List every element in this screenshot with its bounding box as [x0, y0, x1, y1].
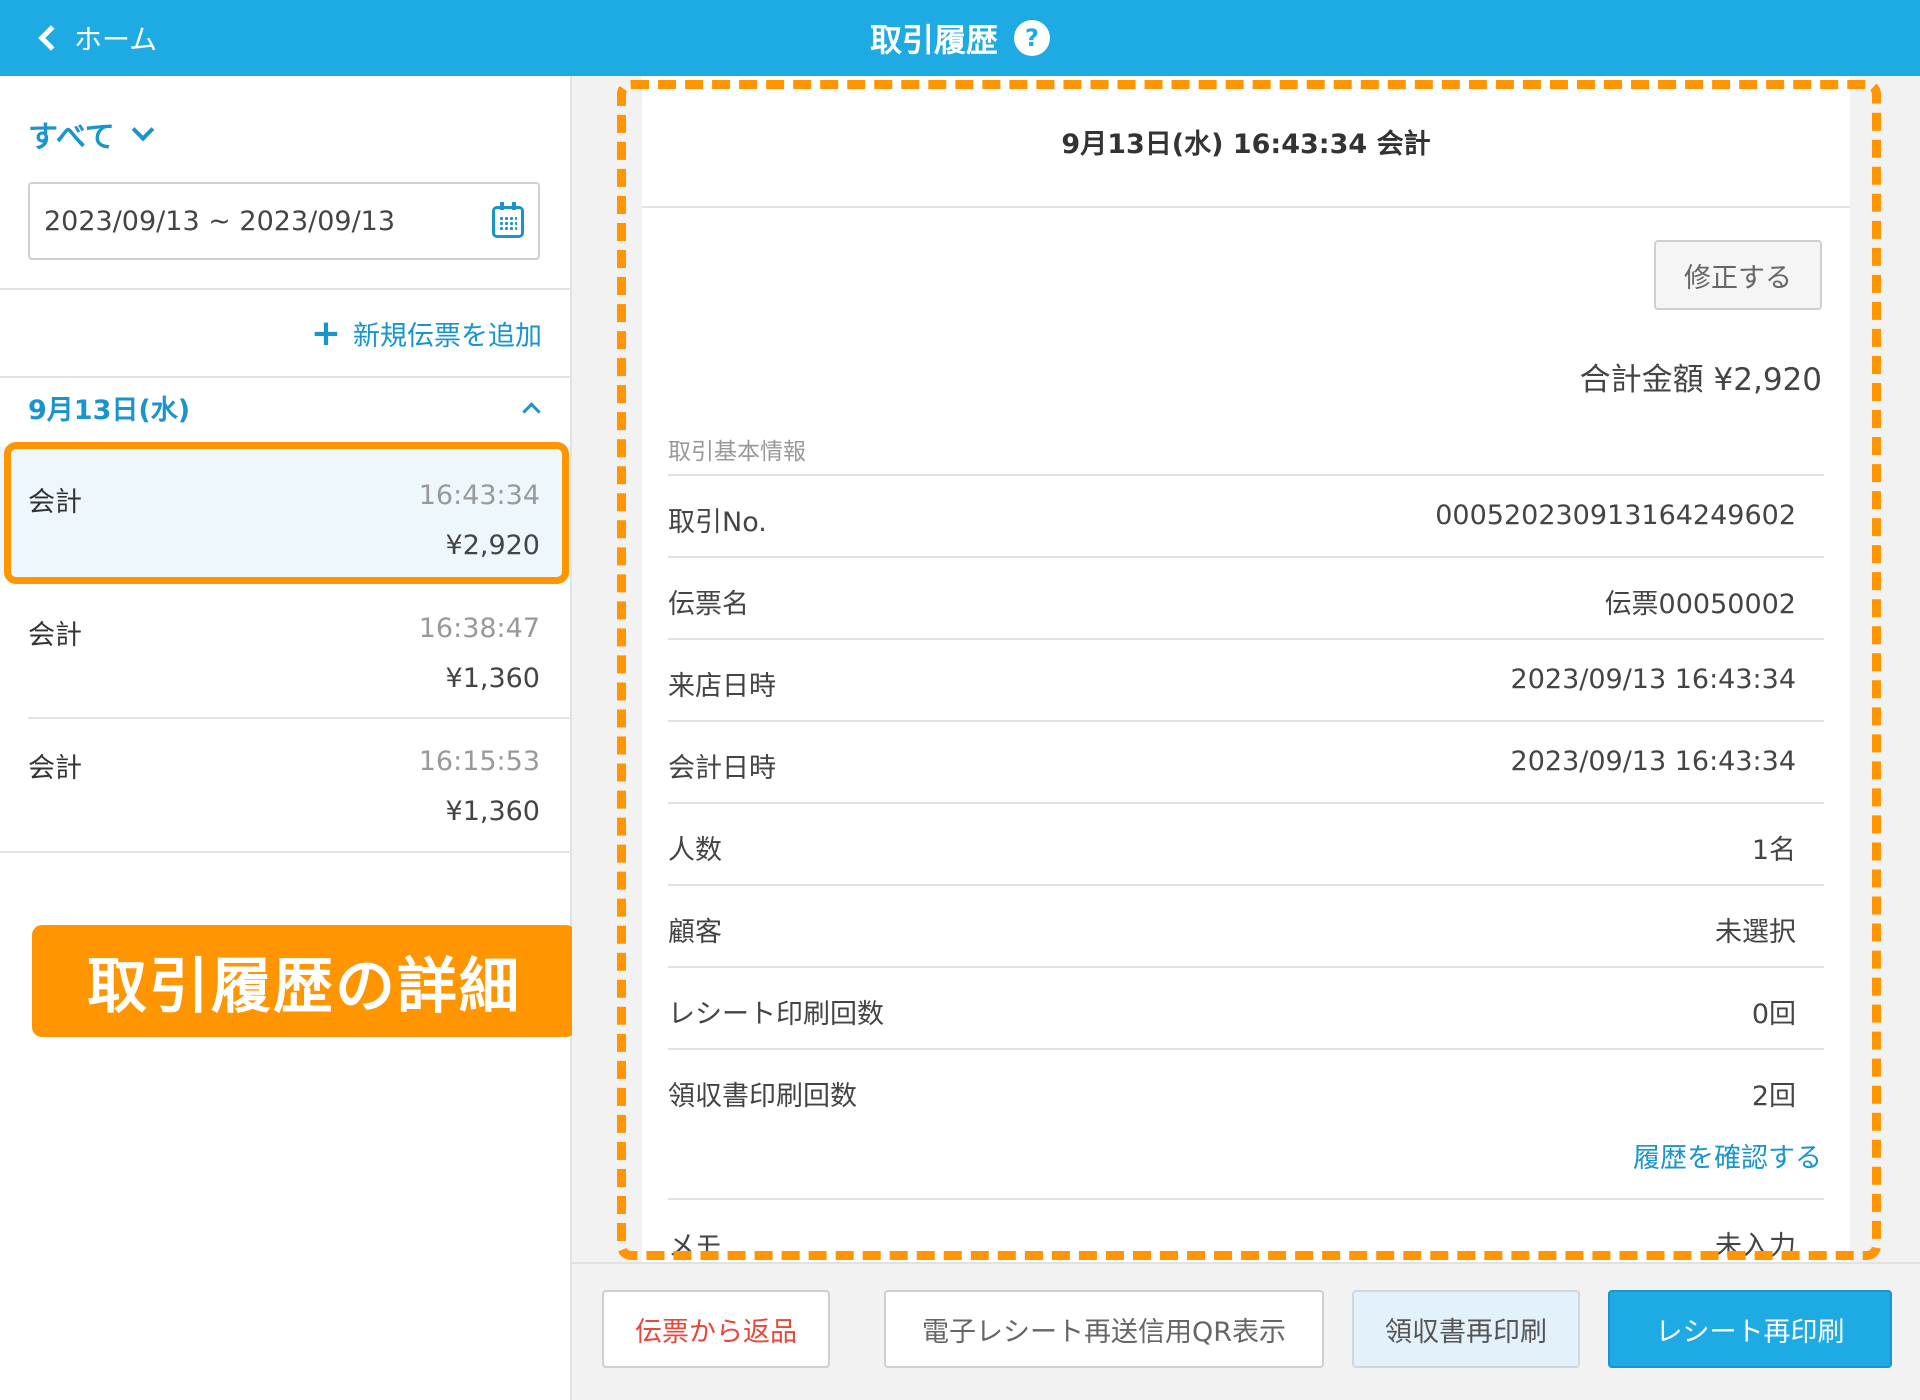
add-slip-label: 新規伝票を追加: [353, 321, 542, 352]
filter-select[interactable]: すべて: [28, 112, 155, 156]
info-value: 未選択: [1715, 917, 1796, 948]
transaction-label: 会計: [28, 487, 82, 518]
divider: [0, 288, 570, 290]
show-qr-button[interactable]: 電子レシート再送信用QR表示: [884, 1290, 1324, 1368]
info-value: 2023/09/13 16:43:34: [1510, 664, 1796, 695]
info-key: 人数: [668, 835, 722, 866]
info-row-customer: 顧客 未選択: [668, 884, 1824, 964]
transaction-label: 会計: [28, 753, 82, 784]
app-header: ホーム 取引履歴 ?: [0, 0, 1920, 76]
view-history-link[interactable]: 履歴を確認する: [1633, 1136, 1822, 1175]
total-amount: 合計金額 ¥2,920: [1579, 362, 1822, 398]
info-row-party-size: 人数 1名: [668, 802, 1824, 882]
filter-label: すべて: [28, 120, 115, 155]
edit-button[interactable]: 修正する: [1654, 240, 1822, 310]
info-value: 0回: [1751, 999, 1796, 1030]
section-label: 取引基本情報: [668, 439, 806, 465]
info-key: レシート印刷回数: [668, 999, 884, 1030]
info-value: 2回: [1751, 1081, 1796, 1112]
day-label: 9月13日(水): [28, 394, 191, 426]
annotation-callout: 取引履歴の詳細: [32, 925, 600, 1037]
info-key: メモ: [668, 1231, 722, 1262]
reprint-invoice-button[interactable]: 領収書再印刷: [1352, 1290, 1580, 1368]
info-key: 顧客: [668, 917, 722, 948]
detail-heading: 9月13日(水) 16:43:34 会計: [642, 76, 1850, 208]
date-range-value: 2023/09/13 ~ 2023/09/13: [44, 205, 396, 237]
info-value: 1名: [1751, 835, 1796, 866]
info-key: 取引No.: [668, 507, 767, 538]
info-row-transaction-no: 取引No. 000520230913164249602: [668, 474, 1824, 554]
detail-panel: 9月13日(水) 16:43:34 会計 修正する 合計金額 ¥2,920 取引…: [572, 76, 1920, 1262]
info-value: 伝票00050002: [1604, 589, 1796, 620]
transaction-amount: ¥1,360: [445, 663, 540, 694]
transaction-item[interactable]: 会計 16:15:53 ¥1,360: [0, 712, 570, 845]
day-group-header[interactable]: 9月13日(水): [0, 376, 570, 438]
chevron-up-icon: [522, 401, 541, 421]
date-range-field[interactable]: 2023/09/13 ~ 2023/09/13: [28, 182, 540, 260]
action-bar: 伝票から返品 電子レシート再送信用QR表示 領収書再印刷 レシート再印刷: [572, 1262, 1920, 1400]
info-key: 来店日時: [668, 671, 776, 702]
page-title: 取引履歴: [869, 21, 998, 59]
info-key: 会計日時: [668, 753, 776, 784]
transaction-amount: ¥1,360: [445, 796, 540, 827]
info-row-checkout-time: 会計日時 2023/09/13 16:43:34: [668, 720, 1824, 800]
callout-text: 取引履歴の詳細: [87, 951, 521, 1022]
divider: [0, 851, 570, 853]
info-row-invoice-print-count: 領収書印刷回数 2回: [668, 1048, 1824, 1198]
transaction-sidebar: すべて 2023/09/13 ~ 2023/09/13 + 新規伝票を追加 9月…: [0, 76, 572, 1400]
transaction-time: 16:15:53: [418, 746, 540, 777]
transaction-item[interactable]: 会計 16:38:47 ¥1,360: [0, 579, 570, 712]
transaction-amount: ¥2,920: [445, 530, 540, 561]
transaction-item[interactable]: 会計 16:43:34 ¥2,920: [0, 446, 570, 579]
info-row-memo: メモ 未入力: [668, 1198, 1824, 1262]
help-icon[interactable]: ?: [1014, 20, 1050, 56]
add-slip-button[interactable]: + 新規伝票を追加: [311, 314, 542, 353]
transaction-label: 会計: [28, 620, 82, 651]
return-from-slip-button[interactable]: 伝票から返品: [602, 1290, 830, 1368]
reprint-receipt-button[interactable]: レシート再印刷: [1608, 1290, 1892, 1368]
info-key: 領収書印刷回数: [668, 1081, 857, 1112]
transaction-time: 16:43:34: [418, 480, 540, 511]
info-row-visit-time: 来店日時 2023/09/13 16:43:34: [668, 638, 1824, 718]
info-key: 伝票名: [668, 589, 749, 620]
info-value: 2023/09/13 16:43:34: [1510, 746, 1796, 777]
info-value: 000520230913164249602: [1435, 500, 1796, 531]
chevron-down-icon: [131, 118, 155, 142]
info-row-receipt-print-count: レシート印刷回数 0回: [668, 966, 1824, 1046]
transaction-time: 16:38:47: [418, 613, 540, 644]
calendar-icon[interactable]: [492, 202, 524, 238]
page-title-wrap: 取引履歴 ?: [0, 0, 1920, 76]
info-row-slip-name: 伝票名 伝票00050002: [668, 556, 1824, 636]
info-value: 未入力: [1715, 1231, 1796, 1262]
plus-icon: +: [310, 312, 341, 354]
